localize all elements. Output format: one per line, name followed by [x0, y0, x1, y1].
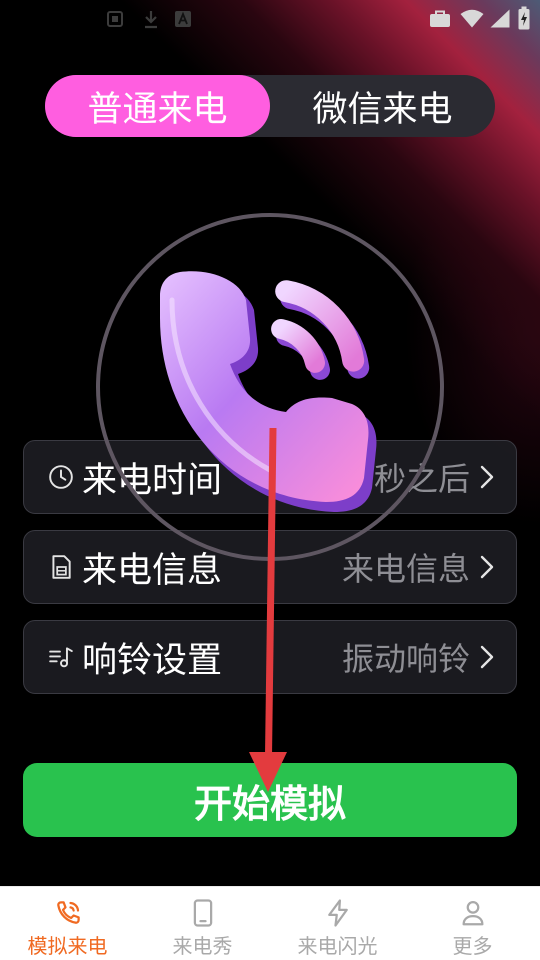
notification-icon: [107, 11, 123, 27]
status-bar: [0, 0, 540, 36]
setting-row-ringtone[interactable]: 响铃设置 振动响铃: [23, 620, 517, 694]
chevron-right-icon: [480, 555, 494, 579]
nav-item-simulate-call[interactable]: 模拟来电: [0, 887, 135, 960]
setting-label: 来电时间: [82, 460, 223, 501]
wave-outer: [275, 280, 365, 372]
smartphone-icon: [193, 899, 212, 927]
nav-label: 模拟来电: [27, 934, 108, 958]
wave-outer-shadow: [280, 287, 370, 379]
sim-card-icon: [52, 555, 71, 579]
tab-normal-call[interactable]: 普通来电: [45, 75, 270, 137]
app-screen: 普通来电 微信来电 来电时间 15秒之后 来电信息 来电信息 响铃设置 振动响铃…: [0, 0, 540, 960]
nav-item-more[interactable]: 更多: [405, 887, 540, 960]
tab-wechat-call[interactable]: 微信来电: [270, 75, 495, 137]
tab-label: 微信来电: [312, 89, 453, 130]
start-button-label: 开始模拟: [193, 781, 346, 826]
signal-icon: [490, 9, 510, 28]
setting-label: 响铃设置: [82, 640, 223, 681]
clock-icon: [49, 465, 73, 489]
chevron-right-icon: [480, 465, 494, 489]
setting-value: 振动响铃: [341, 640, 470, 678]
start-simulation-button[interactable]: 开始模拟: [23, 763, 517, 837]
wifi-icon: [460, 9, 484, 28]
nav-item-call-show[interactable]: 来电秀: [135, 887, 270, 960]
chevron-right-icon: [480, 645, 494, 669]
nav-item-call-flash[interactable]: 来电闪光: [270, 887, 405, 960]
nav-label: 来电闪光: [297, 934, 378, 958]
call-type-toggle: 普通来电 微信来电: [45, 75, 495, 137]
lightning-icon: [327, 899, 348, 927]
nav-label: 更多: [452, 934, 493, 958]
download-icon: [145, 11, 157, 29]
app-icon: [175, 11, 191, 27]
setting-row-call-info[interactable]: 来电信息 来电信息: [23, 530, 517, 604]
bottom-nav: 模拟来电 来电秀 来电闪光 更多: [0, 886, 540, 960]
music-note-icon: [49, 647, 73, 668]
setting-label: 来电信息: [82, 550, 223, 591]
tab-label: 普通来电: [87, 89, 228, 130]
nav-label: 来电秀: [172, 934, 233, 958]
phone-call-icon: [56, 901, 80, 924]
setting-value: 来电信息: [341, 550, 470, 588]
setting-value: 15秒之后: [333, 460, 470, 498]
setting-row-call-time[interactable]: 来电时间 15秒之后: [23, 440, 517, 514]
wave-inner: [271, 319, 325, 373]
briefcase-icon: [430, 10, 450, 27]
wave-inner-shadow: [276, 326, 330, 380]
battery-charging-icon: [518, 6, 530, 30]
person-icon: [462, 901, 483, 926]
